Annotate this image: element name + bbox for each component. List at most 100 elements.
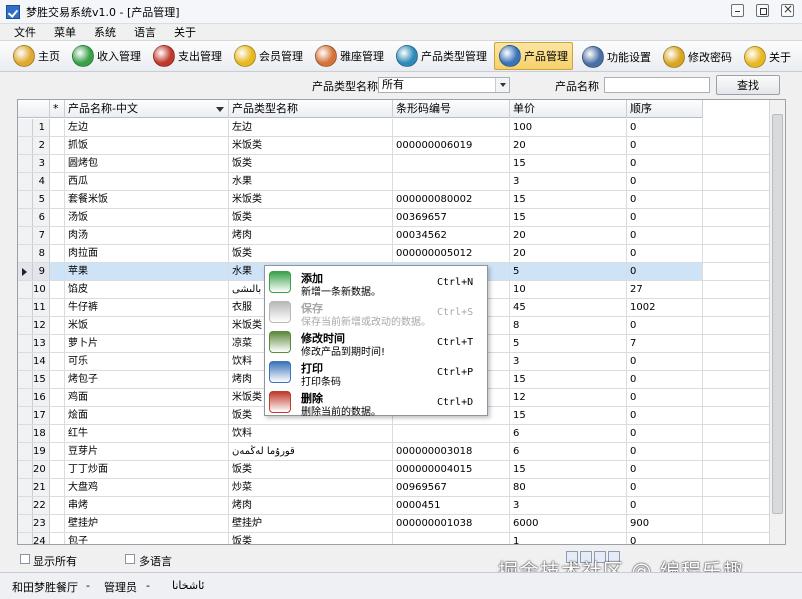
table-cell[interactable]: 0 — [627, 353, 703, 370]
table-cell[interactable] — [393, 173, 510, 190]
table-cell[interactable]: 1002 — [627, 299, 703, 316]
toolbar-button[interactable]: 主页 — [8, 42, 65, 70]
table-cell[interactable]: 6 — [510, 425, 627, 442]
row-indicator[interactable] — [18, 353, 33, 370]
toolbar-button[interactable]: 产品管理 — [494, 42, 573, 70]
table-cell[interactable]: 0 — [627, 479, 703, 496]
row-indicator[interactable] — [18, 497, 33, 514]
row-indicator[interactable] — [18, 461, 33, 478]
table-cell[interactable]: 豆芽片 — [65, 443, 229, 460]
row-indicator[interactable] — [18, 317, 33, 334]
table-cell[interactable]: 抓饭 — [65, 137, 229, 154]
table-cell[interactable]: 米饭 — [65, 317, 229, 334]
table-row[interactable]: 5 套餐米饭 米饭类 000000080002 15 0 — [18, 191, 770, 209]
table-cell[interactable]: 西瓜 — [65, 173, 229, 190]
row-indicator[interactable] — [18, 479, 33, 496]
table-cell[interactable]: 0 — [627, 209, 703, 226]
table-cell[interactable]: 可乐 — [65, 353, 229, 370]
table-cell[interactable]: 7 — [627, 335, 703, 352]
row-indicator[interactable] — [18, 281, 33, 298]
product-name-input[interactable] — [604, 77, 710, 93]
context-menu-item[interactable]: 删除 删除当前的数据。 Ctrl+D — [265, 388, 487, 418]
row-indicator[interactable] — [18, 227, 33, 244]
maximize-icon[interactable] — [756, 4, 769, 17]
table-row[interactable]: 24 包子 饭类 1 0 — [18, 533, 770, 544]
row-indicator[interactable] — [18, 515, 33, 532]
toolbar-button[interactable]: 产品类型管理 — [391, 42, 492, 70]
table-cell[interactable]: 馅皮 — [65, 281, 229, 298]
row-indicator[interactable] — [18, 299, 33, 316]
table-cell[interactable]: 烤肉 — [229, 497, 393, 514]
table-cell[interactable]: 左边 — [65, 119, 229, 136]
table-row[interactable]: 20 丁丁炒面 饭类 000000004015 15 0 — [18, 461, 770, 479]
table-row[interactable]: 19 豆芽片 قورۇما لەڭمەن 000000003018 6 0 — [18, 443, 770, 461]
column-header[interactable]: 产品名称-中文 — [65, 100, 229, 118]
table-cell[interactable]: 肉汤 — [65, 227, 229, 244]
product-type-select[interactable]: 所有 — [378, 77, 510, 93]
table-cell[interactable]: 27 — [627, 281, 703, 298]
table-cell[interactable]: 萝卜片 — [65, 335, 229, 352]
table-cell[interactable]: 饭类 — [229, 155, 393, 172]
table-row[interactable]: 4 西瓜 水果 3 0 — [18, 173, 770, 191]
table-cell[interactable]: 米饭类 — [229, 191, 393, 208]
table-cell[interactable]: 15 — [510, 155, 627, 172]
table-cell[interactable]: 汤饭 — [65, 209, 229, 226]
table-cell[interactable]: 0 — [627, 497, 703, 514]
table-row[interactable]: 3 圆烤包 饭类 15 0 — [18, 155, 770, 173]
table-cell[interactable]: 15 — [510, 371, 627, 388]
table-cell[interactable]: 丁丁炒面 — [65, 461, 229, 478]
table-cell[interactable]: 000000001038 — [393, 515, 510, 532]
table-cell[interactable]: 00034562 — [393, 227, 510, 244]
vertical-scrollbar[interactable] — [769, 100, 785, 544]
table-cell[interactable]: 0 — [627, 155, 703, 172]
table-cell[interactable]: 0 — [627, 263, 703, 280]
table-cell[interactable]: 包子 — [65, 533, 229, 544]
table-cell[interactable]: 0 — [627, 227, 703, 244]
table-cell[interactable]: 牛仔裤 — [65, 299, 229, 316]
minimize-icon[interactable] — [731, 4, 744, 17]
toolbar-button[interactable]: 雅座管理 — [310, 42, 389, 70]
table-cell[interactable]: 0 — [627, 173, 703, 190]
table-cell[interactable]: 饮料 — [229, 425, 393, 442]
table-cell[interactable]: 0 — [627, 425, 703, 442]
table-cell[interactable]: 米饭类 — [229, 137, 393, 154]
toolbar-button[interactable]: 收入管理 — [67, 42, 146, 70]
table-row[interactable]: 7 肉汤 烤肉 00034562 20 0 — [18, 227, 770, 245]
table-cell[interactable]: 5 — [510, 335, 627, 352]
table-cell[interactable]: 水果 — [229, 173, 393, 190]
table-cell[interactable]: 20 — [510, 227, 627, 244]
row-indicator[interactable] — [18, 155, 33, 172]
table-row[interactable]: 22 串烤 烤肉 0000451 3 0 — [18, 497, 770, 515]
column-header[interactable]: 单价 — [510, 100, 627, 118]
row-indicator[interactable] — [18, 335, 33, 352]
row-indicator[interactable] — [18, 443, 33, 460]
table-cell[interactable]: قورۇما لەڭمەن — [229, 443, 393, 460]
table-cell[interactable]: 饭类 — [229, 209, 393, 226]
table-cell[interactable]: 000000005012 — [393, 245, 510, 262]
table-cell[interactable]: 红牛 — [65, 425, 229, 442]
chevron-down-icon[interactable] — [495, 78, 509, 92]
table-cell[interactable]: 0 — [627, 317, 703, 334]
table-cell[interactable]: 0 — [627, 371, 703, 388]
table-cell[interactable]: 15 — [510, 407, 627, 424]
table-cell[interactable]: 鸡面 — [65, 389, 229, 406]
menu-system[interactable]: 系统 — [94, 24, 116, 40]
table-cell[interactable]: 壁挂炉 — [65, 515, 229, 532]
table-cell[interactable]: 烤肉 — [229, 227, 393, 244]
table-cell[interactable] — [393, 119, 510, 136]
row-indicator[interactable] — [18, 533, 33, 544]
row-indicator[interactable] — [18, 371, 33, 388]
table-cell[interactable]: 0 — [627, 461, 703, 478]
show-all-checkbox[interactable] — [20, 554, 30, 564]
table-cell[interactable]: 0 — [627, 191, 703, 208]
table-cell[interactable]: 20 — [510, 245, 627, 262]
table-row[interactable]: 2 抓饭 米饭类 000000006019 20 0 — [18, 137, 770, 155]
table-row[interactable]: 6 汤饭 饭类 00369657 15 0 — [18, 209, 770, 227]
table-cell[interactable]: 0 — [627, 389, 703, 406]
table-cell[interactable]: 烩面 — [65, 407, 229, 424]
row-indicator[interactable] — [18, 425, 33, 442]
table-cell[interactable]: 0 — [627, 137, 703, 154]
row-indicator[interactable] — [18, 389, 33, 406]
toolbar-button[interactable]: 支出管理 — [148, 42, 227, 70]
table-cell[interactable]: 饭类 — [229, 461, 393, 478]
